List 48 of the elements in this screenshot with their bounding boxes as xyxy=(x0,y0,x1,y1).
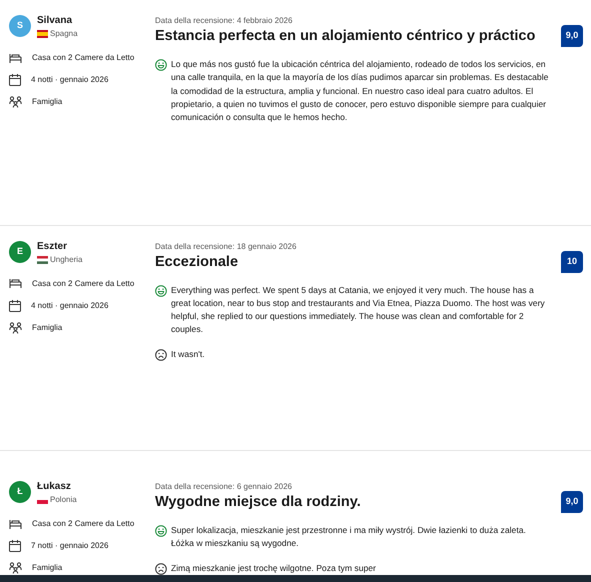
calendar-icon xyxy=(9,540,21,552)
avatar: E xyxy=(9,240,31,263)
flag-icon xyxy=(37,256,48,264)
sad-face-icon xyxy=(155,348,167,361)
traveler-type: Famiglia xyxy=(32,562,62,574)
room-type: Casa con 2 Camere da Letto xyxy=(32,518,134,530)
bed-icon xyxy=(9,278,22,290)
country: Ungheria xyxy=(50,254,82,266)
traveler-type: Famiglia xyxy=(32,96,62,108)
bed-icon xyxy=(9,518,22,530)
score-badge: 9,0 xyxy=(561,25,583,47)
smiley-icon xyxy=(155,284,167,297)
review-title: Eccezionale xyxy=(155,252,240,272)
bed-icon xyxy=(9,52,22,64)
country: Polonia xyxy=(50,494,77,506)
traveler-type: Famiglia xyxy=(32,322,62,334)
review-title: Wygodne miejsce dla rodziny. xyxy=(155,493,361,512)
stay-length: 4 notti · gennaio 2026 xyxy=(31,74,108,86)
sad-face-icon xyxy=(155,562,167,575)
review-date: Data della recensione: 4 febbraio 2026 xyxy=(155,15,294,27)
review-title: Estancia perfecta en un alojamiento céntrico y práctico xyxy=(155,27,536,46)
calendar-icon xyxy=(9,74,21,86)
positive-comment: Everything was perfect. We spent 5 days at Catania, we enjoyed it very much. The house has a great location, near to bus stop and trestaurants and Via Etnea, Piazza Duomo. The host was very helpful, she replied to our questions immediately. The house was clean and comfortable for 2 couples. xyxy=(171,284,546,336)
reviewer-name: Eszter xyxy=(37,240,68,254)
avatar: Ł xyxy=(9,481,31,504)
positive-comment: Lo que más nos gustó fue la ubicación céntrica del alojamiento, rodeado de todos los servicios, en una calle tranquila, en la que la mayoría de los días pudimos aparcar sin problemas. Es destacable la comodidad de la estructura, amplia y funcional. En nuestro caso ideal para cuatro adultos. El propietario, a quien no tuvimos el gusto de conocer, pero estuvo disponible siempre para cualquier comunicación o consulta que le hemos hecho. xyxy=(171,58,550,124)
room-type: Casa con 2 Camere da Letto xyxy=(32,278,134,290)
reviewer-name: Silvana xyxy=(37,14,74,28)
flag-icon xyxy=(37,30,48,38)
score-badge: 10 xyxy=(561,250,583,273)
calendar-icon xyxy=(9,300,21,312)
negative-comment: It wasn't. xyxy=(171,348,205,361)
people-icon xyxy=(9,562,22,574)
country: Spagna xyxy=(50,28,78,40)
stay-length: 4 notti · gennaio 2026 xyxy=(31,300,108,312)
positive-comment: Super lokalizacja, mieszkanie jest przestronne i ma miły wystrój. Dwie łazienki to duża zaleta. Łóżka w mieszkaniu są wygodne. xyxy=(171,524,527,550)
people-icon xyxy=(9,96,22,108)
avatar: S xyxy=(9,15,31,37)
smiley-icon xyxy=(155,59,167,71)
negative-comment: Zimą mieszkanie jest trochę wilgotne. Poza tym super xyxy=(171,562,376,575)
score-badge: 9,0 xyxy=(561,491,583,514)
reviewer-name: Łukasz xyxy=(37,480,72,494)
smiley-icon xyxy=(155,525,167,538)
review-date: Data della recensione: 6 gennaio 2026 xyxy=(155,481,293,494)
room-type: Casa con 2 Camere da Letto xyxy=(32,52,134,64)
people-icon xyxy=(9,322,22,334)
review-date: Data della recensione: 18 gennaio 2026 xyxy=(155,240,296,253)
stay-length: 7 notti · gennaio 2026 xyxy=(31,540,108,552)
